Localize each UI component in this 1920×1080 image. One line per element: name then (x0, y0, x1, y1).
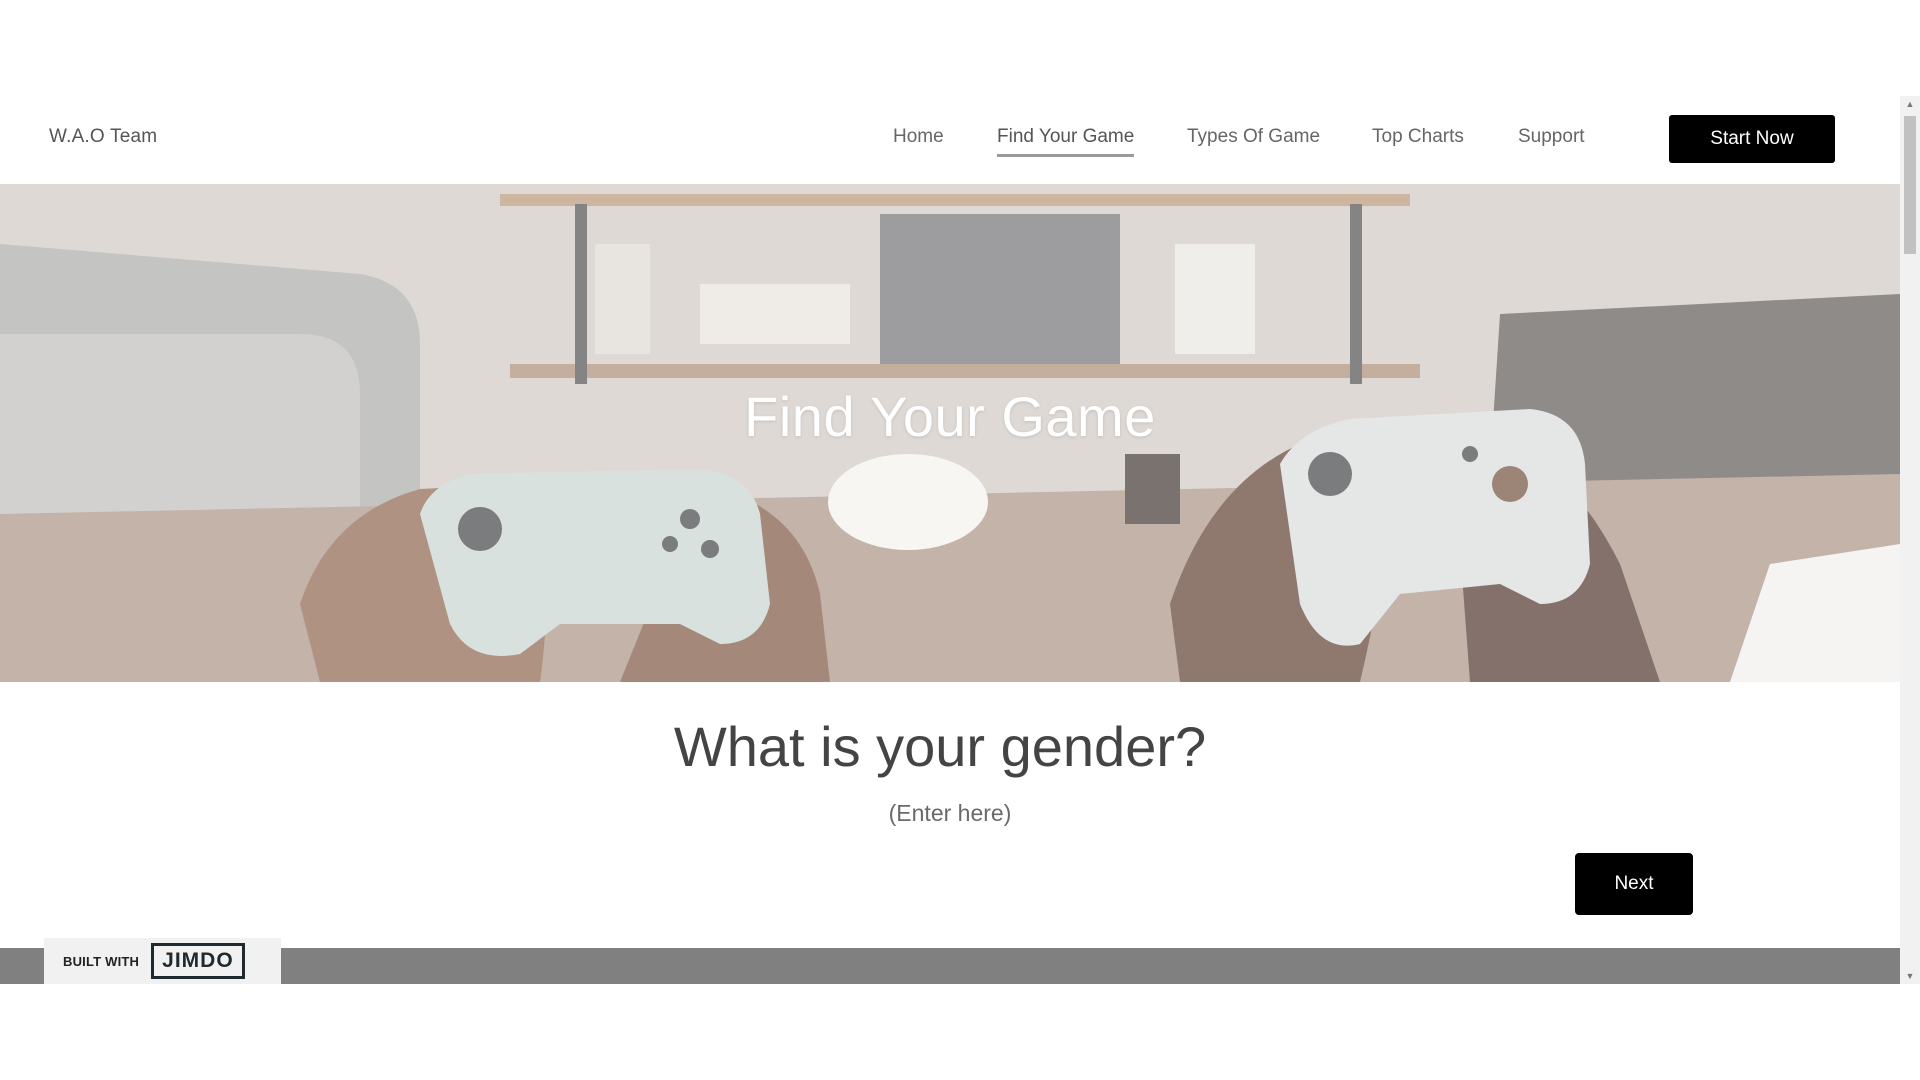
site-brand[interactable]: W.A.O Team (49, 126, 157, 148)
question-heading: What is your gender? (673, 715, 1207, 778)
scroll-thumb[interactable] (1904, 116, 1916, 254)
next-button[interactable]: Next (1575, 853, 1693, 915)
nav-item-support[interactable]: Support (1518, 126, 1585, 154)
badge-prefix: BUILT WITH (63, 953, 140, 969)
page: W.A.O Team Home Find Your Game Types Of … (0, 96, 1900, 984)
nav-item-find-your-game[interactable]: Find Your Game (997, 126, 1135, 157)
start-now-button[interactable]: Start Now (1669, 115, 1835, 163)
footer-band (0, 948, 1900, 984)
nav-item-top-charts[interactable]: Top Charts (1372, 126, 1464, 154)
scroll-up-arrow-icon[interactable]: ▲ (1900, 96, 1920, 112)
built-with-jimdo-badge[interactable]: BUILT WITH JIMDO (44, 938, 281, 984)
jimdo-logo: JIMDO (151, 943, 245, 979)
nav-item-home[interactable]: Home (893, 126, 944, 154)
hero-title: Find Your Game (744, 385, 1156, 448)
hero-banner: Find Your Game (0, 184, 1900, 682)
nav-item-types-of-game[interactable]: Types Of Game (1187, 126, 1320, 154)
site-header: W.A.O Team Home Find Your Game Types Of … (0, 96, 1900, 184)
browser-viewport: W.A.O Team Home Find Your Game Types Of … (0, 96, 1920, 984)
answer-input-hint[interactable]: (Enter here) (0, 800, 1900, 827)
vertical-scrollbar[interactable]: ▲ ▼ (1900, 96, 1920, 984)
scroll-down-arrow-icon[interactable]: ▼ (1900, 968, 1920, 984)
